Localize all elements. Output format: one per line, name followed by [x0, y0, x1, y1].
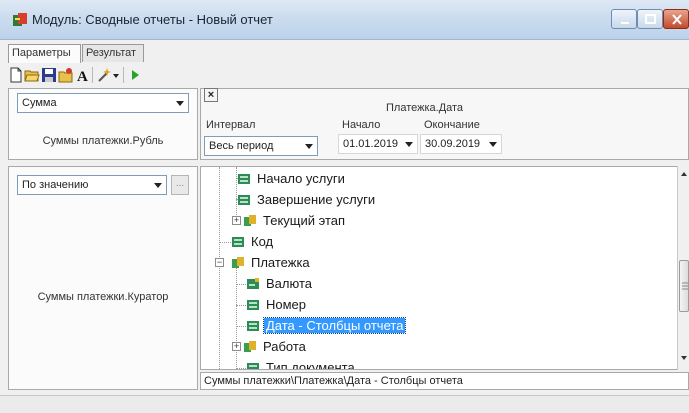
- measure-combo[interactable]: Сумма: [17, 93, 189, 113]
- open-folder-icon[interactable]: [24, 67, 40, 83]
- minimize-icon: [621, 22, 629, 24]
- grouping-panel: По значению ... Суммы платежки.Куратор: [8, 166, 198, 390]
- tree-connector: [219, 167, 220, 369]
- reference-folder-icon: [244, 215, 256, 226]
- tree-node-label: Дата - Столбцы отчета: [262, 317, 407, 334]
- toolbar-separator: [92, 67, 93, 83]
- save-icon[interactable]: [41, 67, 57, 83]
- dropdown-arrow-icon[interactable]: [111, 67, 121, 83]
- scroll-down-icon[interactable]: [679, 354, 689, 362]
- grouping-label: Суммы платежки.Куратор: [37, 291, 169, 303]
- scrollbar-thumb[interactable]: [679, 260, 689, 312]
- minimize-button[interactable]: [611, 9, 637, 29]
- end-date-value: 30.09.2019: [425, 138, 481, 150]
- chevron-down-icon: [489, 142, 497, 147]
- tab-parameters[interactable]: Параметры: [8, 44, 81, 63]
- field-icon: [238, 195, 250, 205]
- grip-icon: [682, 282, 688, 290]
- chevron-down-icon: [305, 144, 313, 149]
- scroll-up-icon[interactable]: [679, 170, 689, 178]
- reference-folder-icon: [244, 341, 256, 352]
- sort-options-button[interactable]: ...: [171, 175, 189, 195]
- run-icon[interactable]: [127, 67, 143, 83]
- close-button[interactable]: [663, 9, 689, 29]
- tree-connector: [219, 242, 231, 243]
- field-icon: [247, 363, 259, 369]
- collapse-toggle[interactable]: −: [215, 258, 224, 267]
- path-bar: Суммы платежки\Платежка\Дата - Столбцы о…: [200, 372, 689, 390]
- maximize-button[interactable]: [637, 9, 663, 29]
- start-date-picker[interactable]: 01.01.2019: [338, 134, 418, 154]
- close-icon: [672, 14, 682, 25]
- status-bar: [0, 395, 689, 413]
- tree-scrollbar[interactable]: [677, 166, 689, 370]
- interval-combo[interactable]: Весь период: [204, 136, 318, 156]
- chevron-down-icon: [154, 183, 162, 188]
- svg-text:A: A: [77, 69, 88, 83]
- tree-node-label: Работа: [263, 339, 306, 354]
- end-date-picker[interactable]: 30.09.2019: [420, 134, 502, 154]
- reference-folder-icon: [232, 257, 244, 268]
- interval-combo-value: Весь период: [209, 140, 274, 152]
- field-icon: [247, 300, 259, 310]
- toolbar: A: [8, 64, 688, 86]
- end-date-label: Окончание: [424, 119, 480, 131]
- maximize-icon: [645, 14, 656, 24]
- tree-connector: [236, 326, 246, 327]
- close-filter-button[interactable]: ×: [204, 88, 218, 102]
- tree-connector: [236, 368, 246, 369]
- expand-toggle[interactable]: +: [232, 342, 241, 351]
- report-module-icon: [13, 13, 27, 26]
- filter-field-caption: Платежка.Дата: [386, 102, 464, 114]
- tree-node-label: Тип документа: [266, 360, 355, 370]
- title-bar[interactable]: Модуль: Сводные отчеты - Новый отчет: [0, 0, 689, 40]
- measure-label: Суммы платежки.Рубль: [42, 135, 164, 147]
- chevron-down-icon: [176, 101, 184, 106]
- chevron-down-icon: [405, 142, 413, 147]
- save-as-icon[interactable]: [58, 67, 74, 83]
- sort-combo[interactable]: По значению: [17, 175, 167, 195]
- tree-node-label: Валюта: [266, 276, 312, 291]
- toolbar-separator: [123, 67, 124, 83]
- font-icon[interactable]: A: [75, 67, 91, 83]
- tree-node-label: Начало услуги: [257, 171, 345, 186]
- tree-connector: [236, 265, 237, 369]
- tree-node-label: Платежка: [251, 255, 310, 270]
- sort-combo-value: По значению: [22, 179, 89, 191]
- fields-tree[interactable]: Начало услуги Завершение услуги + Текущи…: [200, 166, 680, 370]
- window-title: Модуль: Сводные отчеты - Новый отчет: [32, 12, 273, 27]
- start-date-value: 01.01.2019: [343, 138, 399, 150]
- measure-combo-value: Сумма: [22, 97, 57, 109]
- measure-panel: Сумма Суммы платежки.Рубль: [8, 88, 198, 160]
- tree-node-label: Номер: [266, 297, 307, 312]
- field-icon: [238, 174, 250, 184]
- interval-label: Интервал: [206, 119, 256, 131]
- tree-connector: [236, 284, 246, 285]
- start-date-label: Начало: [342, 119, 381, 131]
- field-icon: [232, 237, 244, 247]
- settings-wand-icon[interactable]: [96, 67, 112, 83]
- currency-field-icon: [247, 278, 259, 289]
- tree-node-label: Завершение услуги: [257, 192, 376, 207]
- expand-toggle[interactable]: +: [232, 216, 241, 225]
- date-field-icon: [247, 321, 259, 331]
- tab-result[interactable]: Результат: [82, 44, 144, 62]
- tree-connector: [236, 305, 246, 306]
- new-document-icon[interactable]: [8, 67, 24, 83]
- tree-node-label: Код: [251, 234, 274, 249]
- tree-node-label: Текущий этап: [263, 213, 346, 228]
